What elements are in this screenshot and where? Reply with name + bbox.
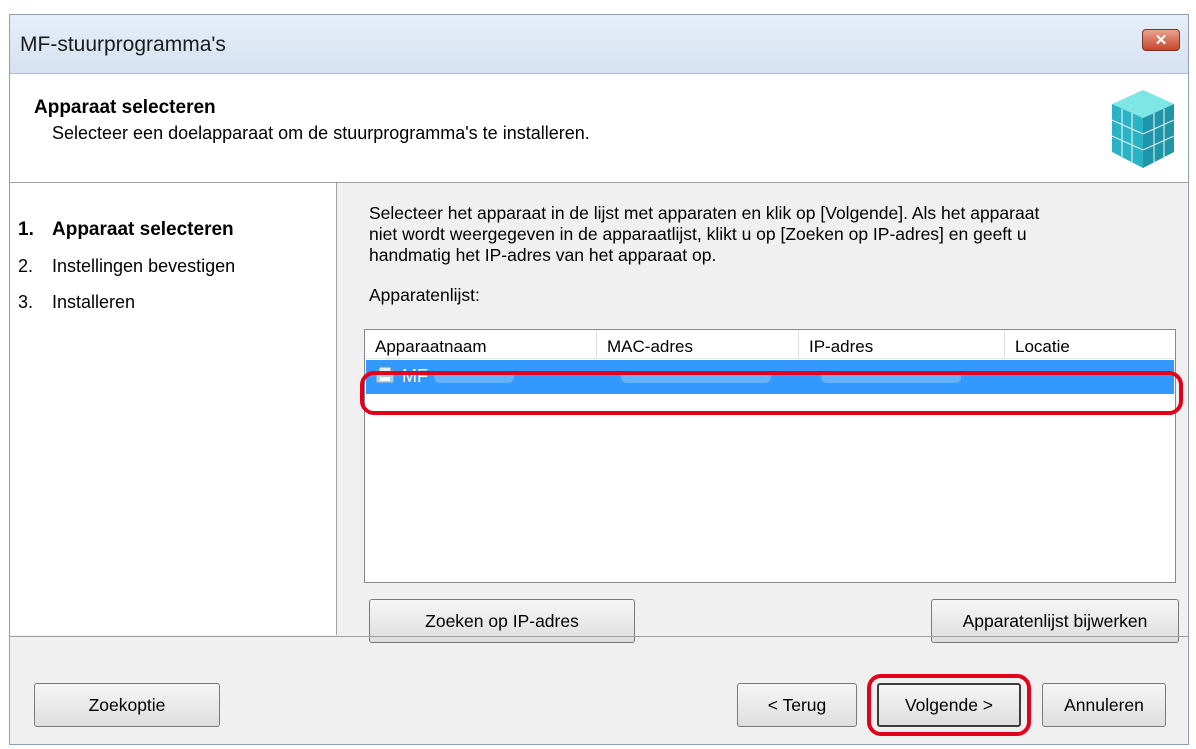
page-subtitle: Selecteer een doelapparaat om de stuurpr…: [52, 123, 590, 143]
step-number: 1.: [18, 219, 34, 240]
back-button[interactable]: < Terug: [737, 683, 857, 727]
device-list-label: Apparatenlijst:: [369, 285, 480, 305]
next-highlight: [867, 674, 1031, 736]
steps-panel: 1. Apparaat selecteren 2. Instellingen bev…: [10, 183, 337, 635]
column-location[interactable]: Locatie: [1005, 330, 1175, 358]
step-select-device: 1. Apparaat selecteren: [18, 219, 234, 241]
title-bar: MF-stuurprogramma's ✕: [10, 15, 1188, 74]
column-device-name[interactable]: Apparaatnaam: [365, 330, 597, 358]
installer-window: MF-stuurprogramma's ✕ Apparaat selectere…: [9, 14, 1189, 745]
step-install: 3. Installeren: [18, 292, 135, 313]
step-number: 2.: [18, 256, 34, 276]
cancel-button[interactable]: Annuleren: [1042, 683, 1166, 727]
instructions-line: Selecteer het apparaat in de lijst met a…: [369, 203, 1040, 223]
instructions-line: niet wordt weergegeven in de apparaatlij…: [369, 224, 1027, 244]
page-header: Apparaat selecteren Selecteer een doelap…: [10, 74, 1188, 183]
step-confirm-settings: 2. Instellingen bevestigen: [18, 256, 235, 277]
page-title: Apparaat selecteren: [34, 97, 216, 118]
footer-divider: [10, 636, 1188, 637]
step-number: 3.: [18, 292, 34, 312]
step-label: Apparaat selecteren: [52, 219, 234, 240]
column-ip-address[interactable]: IP-adres: [799, 330, 1005, 358]
row-highlight: [360, 371, 1183, 415]
step-label: Instellingen bevestigen: [52, 256, 236, 276]
window-title: MF-stuurprogramma's: [20, 33, 226, 56]
close-icon: ✕: [1154, 32, 1168, 49]
step-label: Installeren: [52, 292, 136, 312]
content-panel: Selecteer het apparaat in de lijst met a…: [337, 183, 1188, 643]
device-list[interactable]: Apparaatnaam MAC-adres IP-adres Locatie …: [364, 329, 1176, 583]
close-button[interactable]: ✕: [1142, 29, 1180, 51]
column-header-row: Apparaatnaam MAC-adres IP-adres Locatie: [365, 330, 1175, 359]
cube-icon: [1111, 90, 1175, 168]
instructions-text: Selecteer het apparaat in de lijst met a…: [369, 203, 1169, 266]
column-mac-address[interactable]: MAC-adres: [597, 330, 799, 358]
instructions-line: handmatig het IP-adres van het apparaat …: [369, 245, 717, 265]
search-options-button[interactable]: Zoekoptie: [34, 683, 220, 727]
